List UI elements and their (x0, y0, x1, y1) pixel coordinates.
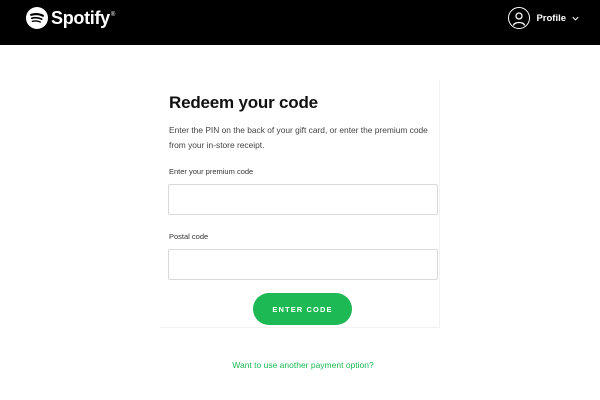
spotify-logo-icon (26, 7, 48, 29)
page-title: Redeem your code (169, 93, 318, 112)
enter-code-button[interactable]: ENTER CODE (253, 293, 352, 325)
form-instructions: Enter the PIN on the back of your gift c… (169, 125, 428, 150)
spotify-logo[interactable]: Spotify ® (26, 7, 115, 29)
profile-label: Profile (536, 12, 566, 24)
brand-name: Spotify (51, 7, 110, 28)
top-navigation-bar: Spotify ® Profile (0, 0, 600, 45)
profile-menu-button[interactable]: Profile (508, 7, 580, 29)
trademark-symbol: ® (110, 12, 116, 18)
chevron-down-icon (572, 16, 579, 21)
premium-code-input[interactable] (168, 184, 438, 215)
alternate-payment-link[interactable]: Want to use another payment option? (0, 360, 600, 370)
postal-code-input[interactable] (168, 249, 438, 280)
premium-code-label: Enter your premium code (169, 167, 254, 176)
user-avatar-icon (508, 7, 531, 29)
postal-code-label: Postal code (169, 232, 209, 241)
redeem-code-form: Redeem your code Enter the PIN on the ba… (160, 80, 440, 328)
